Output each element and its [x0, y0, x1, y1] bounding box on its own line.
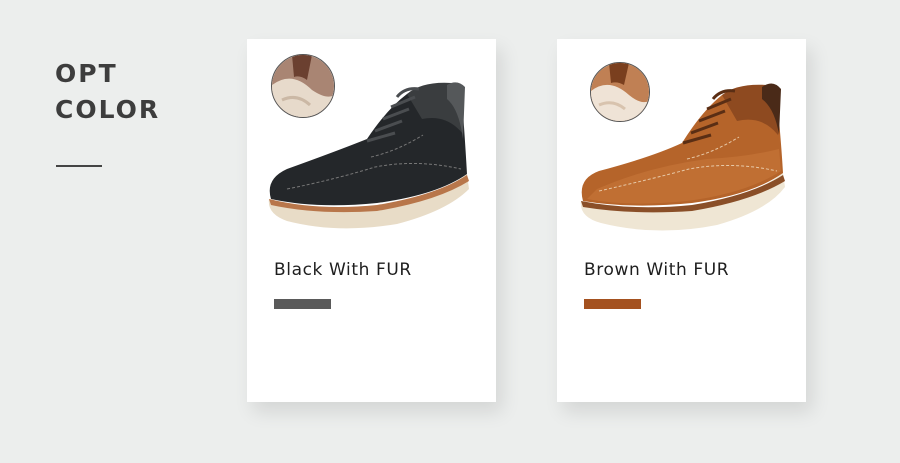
fur-lining-detail-icon — [271, 54, 335, 118]
heading-line-1: OPT — [55, 59, 118, 88]
brown-boot-image — [580, 83, 785, 231]
option-label: Brown With FUR — [584, 260, 730, 280]
color-option-card-black[interactable]: Black With FUR — [247, 39, 496, 402]
heading-line-2: COLOR — [55, 95, 161, 124]
color-swatch — [274, 299, 331, 309]
section-heading: OPT COLOR — [55, 56, 160, 128]
color-option-card-brown[interactable]: Brown With FUR — [557, 39, 806, 402]
heading-divider — [56, 165, 102, 167]
color-swatch — [584, 299, 641, 309]
option-label: Black With FUR — [274, 260, 412, 280]
fur-lining-detail-icon — [590, 62, 650, 122]
